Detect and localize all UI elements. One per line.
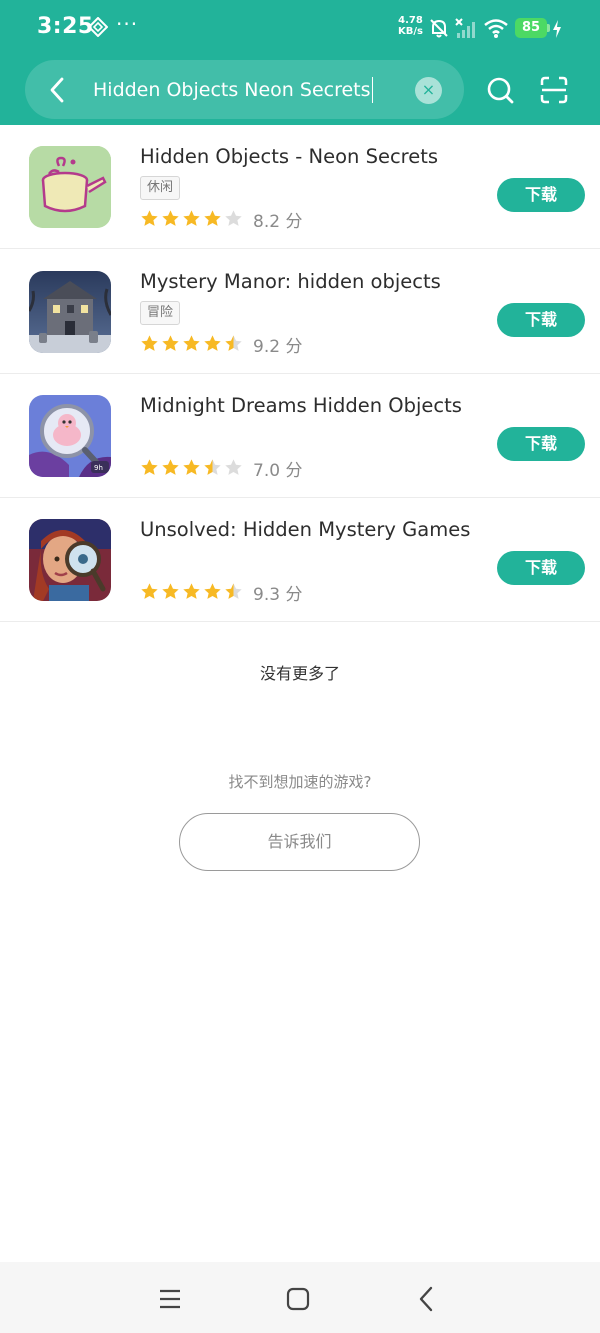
net-speed: 4.78 KB/s (398, 15, 423, 37)
star-full-icon (141, 335, 158, 351)
signal-icon (455, 18, 475, 38)
app-score: 8.2 分 (253, 212, 303, 232)
app-icon-unsolved[interactable] (29, 519, 111, 601)
wifi-icon (484, 19, 508, 38)
star-half-icon (204, 459, 221, 475)
star-full-icon (141, 459, 158, 475)
category-tag: 冒险 (140, 301, 181, 325)
app-name: Mystery Manor: hidden objects (140, 270, 441, 293)
star-half-icon (225, 583, 242, 599)
menu-icon[interactable] (159, 1288, 181, 1310)
star-full-icon (162, 210, 179, 226)
app-score: 7.0 分 (253, 461, 303, 481)
app-name: Midnight Dreams Hidden Objects (140, 394, 462, 417)
no-more-text: 没有更多了 (259, 664, 340, 683)
nav-back-icon[interactable] (417, 1286, 435, 1312)
charging-icon (553, 20, 561, 38)
star-full-icon (204, 210, 221, 226)
scan-icon[interactable] (539, 75, 569, 105)
status-more-icon: ··· (116, 12, 139, 36)
bell-off-icon (430, 19, 448, 38)
star-full-icon (141, 210, 158, 226)
net-speed-unit: KB/s (398, 26, 423, 37)
category-tag: 休闲 (140, 176, 181, 200)
tell-us-button[interactable]: 告诉我们 (179, 813, 420, 871)
status-bar: 3:25 ··· 4.78 KB/s 85 (0, 0, 600, 58)
download-button[interactable]: 下载 (497, 178, 585, 212)
app-icon-mystery-manor[interactable] (29, 271, 111, 353)
battery-indicator: 85 (515, 18, 547, 38)
star-full-icon (183, 335, 200, 351)
list-item[interactable]: 9h Midnight Dreams Hidden Objects 7.0 分 … (0, 374, 600, 498)
app-name: Unsolved: Hidden Mystery Games (140, 518, 471, 541)
battery-cap (547, 24, 550, 32)
header: 3:25 ··· 4.78 KB/s 85 Hidden Objects Neo… (0, 0, 600, 125)
star-full-icon (183, 583, 200, 599)
diamond-icon (88, 17, 108, 37)
app-name: Hidden Objects - Neon Secrets (140, 145, 439, 168)
star-empty-icon (225, 459, 242, 475)
star-full-icon (141, 583, 158, 599)
app-score: 9.2 分 (253, 337, 303, 357)
svg-text:9h: 9h (94, 464, 103, 472)
search-icon[interactable] (486, 75, 514, 105)
list-item[interactable]: Mystery Manor: hidden objects 冒险 9.2 分 下… (0, 250, 600, 374)
app-icon-midnight-dreams[interactable]: 9h (29, 395, 111, 477)
star-full-icon (204, 583, 221, 599)
list-item[interactable]: Unsolved: Hidden Mystery Games 9.3 分 下载 (0, 498, 600, 622)
app-icon-neon-secrets[interactable] (29, 146, 111, 228)
download-button[interactable]: 下载 (497, 303, 585, 337)
star-half-icon (225, 335, 242, 351)
pot-icon (29, 146, 111, 228)
clear-search-button[interactable]: × (415, 77, 442, 104)
star-full-icon (183, 210, 200, 226)
star-empty-icon (225, 210, 242, 226)
magnifier-bird-icon: 9h (29, 395, 111, 477)
download-button[interactable]: 下载 (497, 551, 585, 585)
star-full-icon (183, 459, 200, 475)
star-full-icon (204, 335, 221, 351)
star-full-icon (162, 459, 179, 475)
system-nav-bar (0, 1262, 600, 1333)
star-rating (140, 334, 245, 354)
list-item[interactable]: Hidden Objects - Neon Secrets 休闲 8.2 分 下… (0, 125, 600, 249)
back-arrow-icon[interactable] (45, 75, 69, 105)
not-found-text: 找不到想加速的游戏? (228, 773, 372, 791)
net-speed-value: 4.78 (398, 15, 423, 26)
app-score: 9.3 分 (253, 585, 303, 605)
haunted-house-icon (29, 271, 111, 353)
home-icon[interactable] (286, 1287, 310, 1311)
star-rating (140, 582, 245, 602)
star-rating (140, 209, 245, 229)
star-full-icon (162, 335, 179, 351)
star-rating (140, 458, 245, 478)
star-full-icon (162, 583, 179, 599)
detective-icon (29, 519, 111, 601)
search-input[interactable]: Hidden Objects Neon Secrets (93, 77, 373, 103)
status-time: 3:25 (37, 14, 94, 39)
download-button[interactable]: 下载 (497, 427, 585, 461)
